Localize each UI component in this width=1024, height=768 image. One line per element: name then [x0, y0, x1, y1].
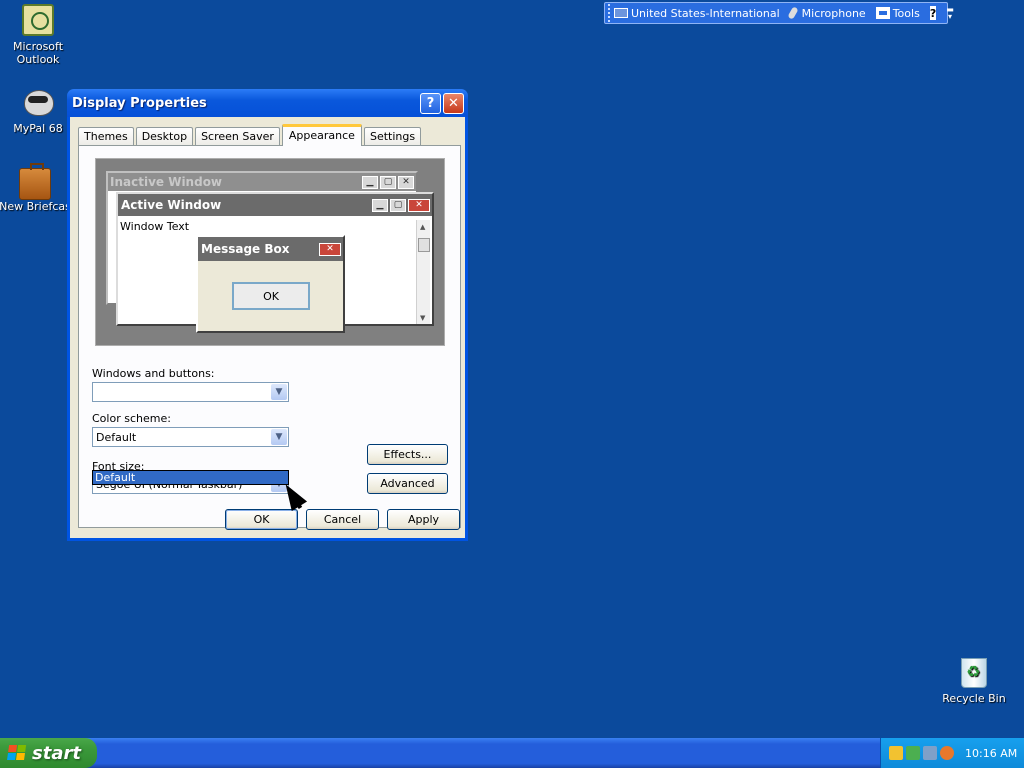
preview-message-box: Message Box ✕ OK [196, 235, 345, 333]
desktop-icon-mypal[interactable]: MyPal 68 [0, 86, 76, 135]
display-properties-window: Display Properties ? ✕ Themes Desktop Sc… [67, 89, 468, 541]
scroll-up-icon: ▲ [420, 223, 426, 231]
minimize-icon: ▁ [372, 198, 388, 212]
preview-message-title: Message Box [201, 242, 290, 256]
desktop-icon-briefcase[interactable]: New Briefcas [0, 163, 73, 213]
microphone-label: Microphone [801, 6, 866, 20]
minimize-icon: ▁ [362, 175, 378, 189]
desktop-icon-label: Outlook [16, 53, 60, 66]
scroll-thumb [418, 238, 430, 252]
preview-inactive-title: Inactive Window [110, 175, 223, 189]
system-tray: 10:16 AM [880, 738, 1024, 768]
color-scheme-label: Color scheme: [92, 412, 171, 425]
keyboard-icon [614, 8, 628, 18]
tools-button[interactable]: Tools [875, 6, 920, 20]
preview-active-title: Active Window [121, 198, 222, 212]
chevron-down-icon[interactable]: ▼ [271, 429, 287, 445]
tab-settings[interactable]: Settings [363, 127, 422, 146]
window-title-bar[interactable]: Display Properties ? ✕ [67, 89, 468, 117]
desktop-icon-label: Recycle Bin [942, 692, 1006, 705]
color-scheme-option[interactable]: Default [93, 471, 288, 484]
windows-logo-icon [7, 745, 27, 761]
tab-themes[interactable]: Themes [78, 127, 134, 146]
maximize-icon: ▢ [380, 175, 396, 189]
briefcase-icon [19, 163, 51, 200]
keyboard-layout-button[interactable]: United States-International [614, 7, 780, 20]
language-bar-grip[interactable] [608, 4, 610, 22]
effects-button[interactable]: Effects... [367, 444, 448, 465]
network-icon[interactable] [923, 746, 937, 760]
advanced-button[interactable]: Advanced [367, 473, 448, 494]
windows-buttons-select[interactable]: ▼ [92, 382, 289, 402]
start-label: start [32, 742, 81, 764]
desktop-icon-outlook[interactable]: Microsoft Outlook [0, 4, 76, 66]
microphone-button[interactable]: Microphone [787, 6, 866, 20]
close-icon: ✕ [408, 198, 430, 212]
language-bar: United States-International Microphone T… [604, 2, 954, 24]
tab-screen-saver[interactable]: Screen Saver [195, 127, 280, 146]
help-button[interactable]: ? [420, 92, 441, 114]
maximize-icon: ▢ [390, 198, 406, 212]
close-icon: ✕ [319, 242, 341, 256]
close-icon: ✕ [398, 175, 414, 189]
mypal-icon [22, 86, 54, 118]
language-bar-help-button[interactable]: ? [929, 6, 937, 20]
tab-desktop[interactable]: Desktop [135, 127, 194, 146]
color-scheme-value: Default [96, 430, 137, 444]
color-scheme-select[interactable]: Default ▼ [92, 427, 289, 447]
chevron-down-icon[interactable]: ▼ [271, 384, 287, 400]
security-shield-icon[interactable] [889, 746, 903, 760]
tools-icon [875, 7, 890, 19]
ok-button[interactable]: OK [225, 509, 298, 530]
microphone-icon [787, 6, 799, 20]
preview-scrollbar: ▲ ▼ [416, 220, 430, 324]
color-scheme-dropdown: Default [92, 470, 289, 485]
windows-buttons-label: Windows and buttons: [92, 367, 215, 380]
clock[interactable]: 10:16 AM [965, 747, 1017, 760]
start-button[interactable]: start [0, 738, 97, 768]
help-icon: ? [426, 95, 435, 111]
close-button[interactable]: ✕ [443, 92, 464, 114]
desktop-icon-recycle-bin[interactable]: Recycle Bin [936, 658, 1012, 705]
close-icon: ✕ [448, 95, 459, 111]
outlook-icon [22, 4, 54, 36]
tab-strip: Themes Desktop Screen Saver Appearance S… [78, 124, 423, 146]
appearance-preview: Inactive Window ▁ ▢ ✕ Active Window ▁ ▢ … [95, 158, 445, 346]
update-icon[interactable] [906, 746, 920, 760]
preview-ok-button: OK [232, 282, 310, 310]
preview-window-text: Window Text [120, 220, 190, 233]
desktop-icon-label: MyPal 68 [13, 122, 63, 135]
keyboard-layout-label: United States-International [631, 6, 780, 20]
window-title: Display Properties [72, 95, 207, 111]
apply-button[interactable]: Apply [387, 509, 460, 530]
chevron-down-icon: ▾ [947, 12, 952, 21]
taskbar: start 10:16 AM [0, 738, 1024, 768]
language-bar-options-button[interactable]: ▬ ▾ [946, 6, 954, 21]
scroll-down-icon: ▼ [420, 314, 426, 322]
recycle-bin-icon [961, 658, 987, 688]
cancel-button[interactable]: Cancel [306, 509, 379, 530]
desktop-icon-label: Microsoft [12, 40, 64, 53]
tools-label: Tools [892, 6, 920, 20]
dialog-client-area: Themes Desktop Screen Saver Appearance S… [70, 117, 465, 538]
desktop-icon-label: New Briefcas [0, 200, 71, 213]
tab-appearance[interactable]: Appearance [281, 124, 362, 146]
appearance-panel: Inactive Window ▁ ▢ ✕ Active Window ▁ ▢ … [78, 145, 461, 528]
search-icon[interactable] [940, 746, 954, 760]
